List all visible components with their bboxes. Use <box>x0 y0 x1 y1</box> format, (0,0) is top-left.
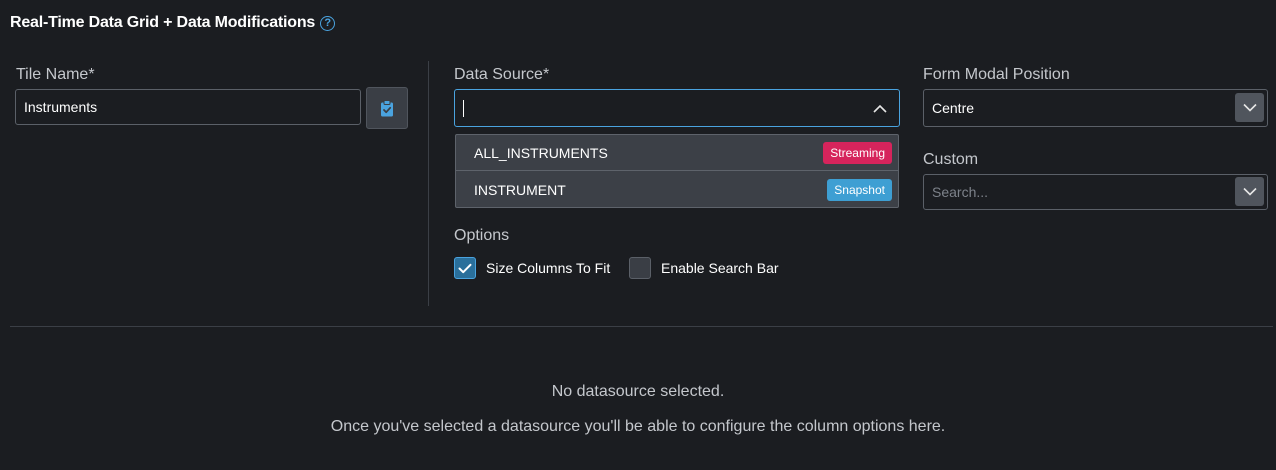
custom-search-input[interactable]: Search... <box>923 174 1268 210</box>
data-source-label: Data Source* <box>454 66 550 83</box>
page-title-text: Real-Time Data Grid + Data Modifications <box>10 14 316 31</box>
chevron-up-icon[interactable] <box>873 104 887 113</box>
checkmark-icon <box>458 263 472 273</box>
empty-state-title: No datasource selected. <box>551 383 725 400</box>
page-title: Real-Time Data Grid + Data Modifications… <box>10 14 336 32</box>
clipboard-check-icon <box>381 99 393 116</box>
tile-name-label: Tile Name* <box>16 66 95 83</box>
size-columns-checkbox[interactable] <box>454 257 476 279</box>
dropdown-option-instrument[interactable]: INSTRUMENT Snapshot <box>456 172 898 208</box>
tile-name-value: Instruments <box>24 99 98 115</box>
snapshot-badge: Snapshot <box>827 179 892 201</box>
help-icon[interactable]: ? <box>320 15 336 31</box>
streaming-badge: Streaming <box>823 141 892 164</box>
form-modal-position-toggle[interactable] <box>1235 93 1264 122</box>
paste-button[interactable] <box>366 87 408 129</box>
size-columns-label: Size Columns To Fit <box>486 260 611 276</box>
column-divider <box>428 61 429 306</box>
text-caret <box>463 99 464 117</box>
section-divider <box>10 326 1273 327</box>
data-source-input[interactable] <box>454 89 900 127</box>
custom-search-placeholder: Search... <box>932 184 989 200</box>
option-label: ALL_INSTRUMENTS <box>474 144 608 161</box>
enable-search-checkbox[interactable] <box>629 257 651 279</box>
chevron-down-icon <box>1242 103 1257 112</box>
form-modal-position-select[interactable]: Centre <box>923 89 1268 127</box>
chevron-down-icon <box>1242 187 1257 196</box>
option-label: INSTRUMENT <box>474 182 566 198</box>
data-source-dropdown: ALL_INSTRUMENTS Streaming INSTRUMENT Sna… <box>455 134 899 208</box>
form-modal-position-label: Form Modal Position <box>923 66 1070 83</box>
options-label: Options <box>454 227 510 244</box>
tile-name-input[interactable]: Instruments <box>15 89 361 125</box>
custom-label: Custom <box>923 151 979 168</box>
form-modal-position-value: Centre <box>932 100 975 116</box>
dropdown-option-all-instruments[interactable]: ALL_INSTRUMENTS Streaming <box>456 135 898 171</box>
empty-state-description: Once you've selected a datasource you'll… <box>330 418 946 435</box>
custom-toggle[interactable] <box>1235 177 1264 206</box>
enable-search-label: Enable Search Bar <box>661 260 779 276</box>
